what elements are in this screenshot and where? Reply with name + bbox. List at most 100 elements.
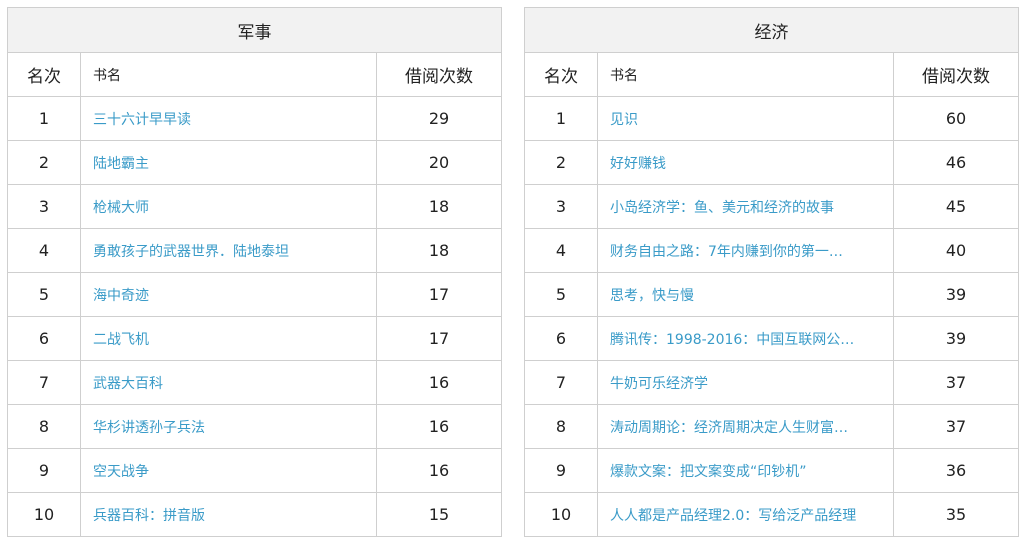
title-cell: 兵器百科：拼音版 [80, 492, 377, 537]
rank-cell: 8 [7, 404, 81, 449]
borrow-count-cell: 16 [375, 404, 503, 449]
rank-cell: 3 [524, 184, 598, 229]
title-cell: 陆地霸主 [80, 140, 377, 185]
book-title-link[interactable]: 勇敢孩子的武器世界．陆地泰坦 [93, 244, 289, 260]
book-title-link[interactable]: 爆款文案：把文案变成“印钞机” [610, 464, 807, 480]
book-title-link[interactable]: 三十六计早早读 [93, 112, 191, 128]
borrow-count-cell: 45 [892, 184, 1020, 229]
book-title-link[interactable]: 陆地霸主 [93, 156, 149, 172]
borrow-count-cell: 39 [892, 316, 1020, 361]
column-header-title: 书名 [80, 52, 377, 97]
borrow-count-cell: 37 [892, 360, 1020, 405]
table-row: 2 陆地霸主 20 [7, 140, 503, 185]
rank-cell: 6 [524, 316, 598, 361]
table-row: 1 三十六计早早读 29 [7, 96, 503, 141]
title-cell: 好好赚钱 [597, 140, 894, 185]
book-title-link[interactable]: 枪械大师 [93, 200, 149, 216]
rank-cell: 6 [7, 316, 81, 361]
rank-cell: 9 [7, 448, 81, 493]
title-cell: 空天战争 [80, 448, 377, 493]
rank-cell: 7 [7, 360, 81, 405]
table-row: 3 小岛经济学：鱼、美元和经济的故事 45 [524, 184, 1020, 229]
table-row: 5 思考，快与慢 39 [524, 272, 1020, 317]
title-cell: 小岛经济学：鱼、美元和经济的故事 [597, 184, 894, 229]
category-title: 军事 [6, 7, 503, 53]
table-row: 3 枪械大师 18 [7, 184, 503, 229]
title-cell: 涛动周期论：经济周期决定人生财富… [597, 404, 894, 449]
title-cell: 腾讯传：1998-2016：中国互联网公… [597, 316, 894, 361]
table-row: 7 武器大百科 16 [7, 360, 503, 405]
book-title-link[interactable]: 涛动周期论：经济周期决定人生财富… [610, 420, 848, 436]
book-title-link[interactable]: 二战飞机 [93, 332, 149, 348]
title-cell: 三十六计早早读 [80, 96, 377, 141]
title-cell: 财务自由之路：7年内赚到你的第一… [597, 228, 894, 273]
table-row: 9 空天战争 16 [7, 448, 503, 493]
book-title-link[interactable]: 空天战争 [93, 464, 149, 480]
table-row: 8 涛动周期论：经济周期决定人生财富… 37 [524, 404, 1020, 449]
column-header-rank: 名次 [524, 52, 598, 97]
ranking-table: 军事 名次 书名 借阅次数 1 三十六计早早读 29 2 陆地霸主 20 3 枪械大师 18 4 勇… [6, 7, 503, 537]
table-row: 4 财务自由之路：7年内赚到你的第一… 40 [524, 228, 1020, 273]
table-row: 2 好好赚钱 46 [524, 140, 1020, 185]
title-cell: 见识 [597, 96, 894, 141]
table-row: 6 腾讯传：1998-2016：中国互联网公… 39 [524, 316, 1020, 361]
ranking-table: 经济 名次 书名 借阅次数 1 见识 60 2 好好赚钱 46 3 小岛经济学：鱼、美元和经济… [523, 7, 1020, 537]
book-title-link[interactable]: 财务自由之路：7年内赚到你的第一… [610, 244, 843, 260]
rank-cell: 4 [7, 228, 81, 273]
title-cell: 武器大百科 [80, 360, 377, 405]
title-cell: 思考，快与慢 [597, 272, 894, 317]
borrow-count-cell: 18 [375, 228, 503, 273]
book-title-link[interactable]: 华杉讲透孙子兵法 [93, 420, 205, 436]
rank-cell: 7 [524, 360, 598, 405]
column-header-rank: 名次 [7, 52, 81, 97]
title-cell: 枪械大师 [80, 184, 377, 229]
book-title-link[interactable]: 人人都是产品经理2.0：写给泛产品经理 [610, 508, 856, 524]
rank-cell: 2 [7, 140, 81, 185]
borrow-count-cell: 20 [375, 140, 503, 185]
rank-cell: 10 [524, 492, 598, 537]
book-title-link[interactable]: 牛奶可乐经济学 [610, 376, 708, 392]
book-title-link[interactable]: 见识 [610, 112, 638, 128]
ranking-panel-economics: 经济 名次 书名 借阅次数 1 见识 60 2 好好赚钱 46 3 小岛经济学：鱼、美元和经济… [523, 7, 1020, 537]
rank-cell: 9 [524, 448, 598, 493]
table-row: 9 爆款文案：把文案变成“印钞机” 36 [524, 448, 1020, 493]
borrow-count-cell: 35 [892, 492, 1020, 537]
book-title-link[interactable]: 好好赚钱 [610, 156, 666, 172]
rank-cell: 1 [7, 96, 81, 141]
table-row: 8 华杉讲透孙子兵法 16 [7, 404, 503, 449]
book-title-link[interactable]: 海中奇迹 [93, 288, 149, 304]
title-cell: 爆款文案：把文案变成“印钞机” [597, 448, 894, 493]
title-cell: 勇敢孩子的武器世界．陆地泰坦 [80, 228, 377, 273]
table-row: 6 二战飞机 17 [7, 316, 503, 361]
borrow-count-cell: 16 [375, 360, 503, 405]
table-row: 10 兵器百科：拼音版 15 [7, 492, 503, 537]
ranking-panel-military: 军事 名次 书名 借阅次数 1 三十六计早早读 29 2 陆地霸主 20 3 枪械大师 18 4 勇… [6, 7, 503, 537]
borrow-count-cell: 39 [892, 272, 1020, 317]
rank-cell: 4 [524, 228, 598, 273]
title-cell: 华杉讲透孙子兵法 [80, 404, 377, 449]
rank-cell: 5 [7, 272, 81, 317]
borrow-count-cell: 60 [892, 96, 1020, 141]
title-cell: 牛奶可乐经济学 [597, 360, 894, 405]
rank-cell: 1 [524, 96, 598, 141]
borrow-count-cell: 46 [892, 140, 1020, 185]
book-title-link[interactable]: 武器大百科 [93, 376, 163, 392]
borrow-count-cell: 15 [375, 492, 503, 537]
book-title-link[interactable]: 小岛经济学：鱼、美元和经济的故事 [610, 200, 834, 216]
table-row: 10 人人都是产品经理2.0：写给泛产品经理 35 [524, 492, 1020, 537]
rank-cell: 3 [7, 184, 81, 229]
column-header-count: 借阅次数 [375, 52, 503, 97]
borrow-count-cell: 17 [375, 272, 503, 317]
table-row: 1 见识 60 [524, 96, 1020, 141]
borrow-count-cell: 37 [892, 404, 1020, 449]
category-title: 经济 [523, 7, 1020, 53]
table-row: 4 勇敢孩子的武器世界．陆地泰坦 18 [7, 228, 503, 273]
title-cell: 人人都是产品经理2.0：写给泛产品经理 [597, 492, 894, 537]
column-header-count: 借阅次数 [892, 52, 1020, 97]
book-title-link[interactable]: 兵器百科：拼音版 [93, 508, 205, 524]
book-title-link[interactable]: 思考，快与慢 [610, 288, 694, 304]
rank-cell: 10 [7, 492, 81, 537]
borrow-count-cell: 18 [375, 184, 503, 229]
book-title-link[interactable]: 腾讯传：1998-2016：中国互联网公… [610, 332, 854, 348]
rank-cell: 2 [524, 140, 598, 185]
